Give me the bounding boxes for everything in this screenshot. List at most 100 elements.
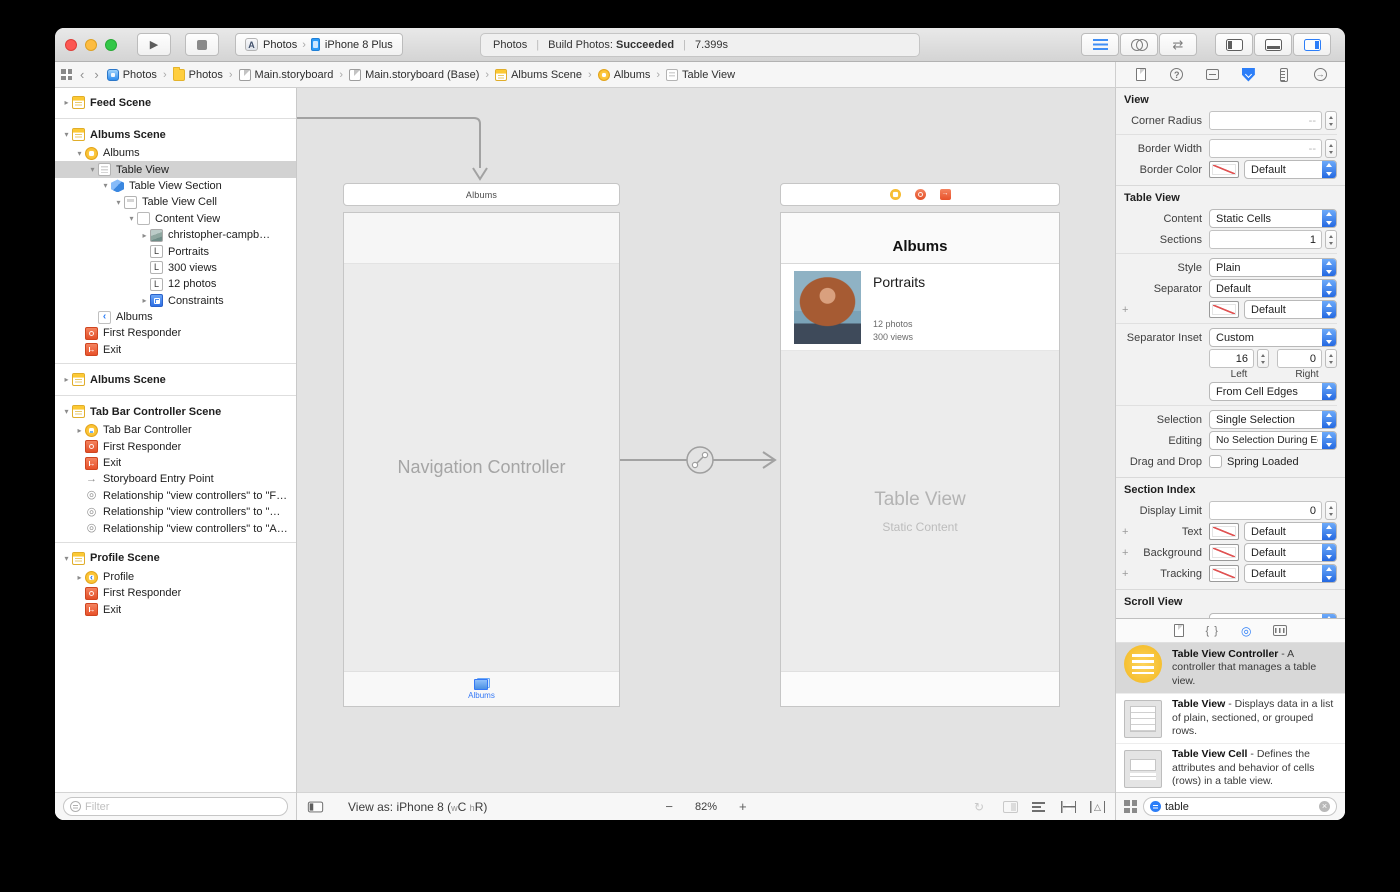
- breadcrumb-item-photos[interactable]: Photos: [173, 69, 223, 81]
- tab-media-library[interactable]: [1273, 625, 1287, 636]
- disclosure-triangle[interactable]: ▸: [74, 573, 85, 582]
- separator-inset-popup[interactable]: Custom: [1209, 328, 1337, 347]
- content-popup[interactable]: Static Cells: [1209, 209, 1337, 228]
- table-view-placeholder[interactable]: Table View Static Content: [781, 351, 1059, 671]
- toggle-outline-icon[interactable]: [308, 801, 323, 812]
- view-controller-icon[interactable]: [890, 189, 901, 200]
- storyboard-canvas[interactable]: Albums Navigation Controller Albums: [297, 88, 1115, 820]
- clear-search-icon[interactable]: ×: [1319, 801, 1330, 812]
- tab-file-inspector[interactable]: [1130, 65, 1152, 85]
- add-constraints-icon[interactable]: [1061, 801, 1076, 813]
- grid-view-icon[interactable]: [1124, 800, 1137, 813]
- outline-item-relationship-view-controllers-to[interactable]: ◎Relationship "view controllers" to "…: [55, 504, 296, 520]
- tab-size-inspector[interactable]: [1273, 65, 1295, 85]
- add-color-button[interactable]: +: [1122, 526, 1128, 538]
- indicators-popup[interactable]: Default Style: [1209, 613, 1337, 618]
- separator-color-popup[interactable]: Default: [1244, 300, 1337, 319]
- albums-table-view-controller[interactable]: Albums Portraits 12 photos 300 views Tab…: [780, 212, 1060, 707]
- zoom-level[interactable]: 82%: [695, 801, 717, 813]
- portraits-table-cell[interactable]: Portraits 12 photos 300 views: [781, 264, 1059, 351]
- library-item-table-view-cell[interactable]: Table View Cell - Defines the attributes…: [1116, 743, 1345, 792]
- disclosure-triangle[interactable]: ▾: [61, 130, 72, 139]
- zoom-out-button[interactable]: −: [665, 799, 673, 814]
- outline-item-first-responder[interactable]: First Responder: [55, 585, 296, 601]
- breadcrumb-item-main-storyboard-base[interactable]: Main.storyboard (Base): [349, 69, 479, 81]
- assistant-editor-button[interactable]: [1120, 33, 1158, 56]
- outline-item-exit[interactable]: Exit: [55, 342, 296, 358]
- outline-item-tab-bar-controller[interactable]: ▸Tab Bar Controller: [55, 422, 296, 438]
- outline-item-300-views[interactable]: 300 views: [55, 260, 296, 276]
- style-popup[interactable]: Plain: [1209, 258, 1337, 277]
- close-window-button[interactable]: [65, 39, 77, 51]
- editing-popup[interactable]: No Selection During Editing: [1209, 431, 1337, 450]
- separator-popup[interactable]: Default: [1209, 279, 1337, 298]
- outline-item-albums-scene[interactable]: ▾Albums Scene: [55, 124, 296, 145]
- tab-code-snippet-library[interactable]: { }: [1206, 625, 1219, 637]
- inspector-scroll-area[interactable]: View Corner Radius -- Border Width -- Bo…: [1116, 88, 1345, 618]
- outline-item-tab-bar-controller-scene[interactable]: ▾Tab Bar Controller Scene: [55, 401, 296, 422]
- view-as-control[interactable]: View as: iPhone 8 (wC hR): [348, 800, 487, 814]
- outline-item-table-view-cell[interactable]: ▾Table View Cell: [55, 194, 296, 210]
- outline-item-portraits[interactable]: Portraits: [55, 243, 296, 259]
- text-color-popup[interactable]: Default: [1244, 522, 1337, 541]
- outline-item-relationship-view-controllers-to-a[interactable]: ◎Relationship "view controllers" to "A…: [55, 520, 296, 536]
- border-color-popup[interactable]: Default: [1244, 160, 1337, 179]
- border-width-field[interactable]: --: [1209, 139, 1322, 158]
- breadcrumb-item-photos[interactable]: Photos: [107, 69, 157, 81]
- add-color-button[interactable]: +: [1122, 547, 1128, 559]
- scheme-selector[interactable]: A Photos › iPhone 8 Plus: [235, 33, 403, 56]
- related-items-icon[interactable]: [61, 69, 72, 80]
- text-color-well[interactable]: [1209, 523, 1239, 540]
- zoom-window-button[interactable]: [105, 39, 117, 51]
- add-color-button[interactable]: +: [1122, 568, 1128, 580]
- add-color-button[interactable]: +: [1122, 304, 1128, 316]
- version-editor-button[interactable]: ⇄: [1159, 33, 1197, 56]
- outline-item-exit[interactable]: Exit: [55, 455, 296, 471]
- back-button[interactable]: ‹: [78, 67, 86, 82]
- nav-controller-scene-dock[interactable]: Albums: [343, 183, 620, 206]
- first-responder-icon[interactable]: [915, 189, 926, 200]
- tracking-color-popup[interactable]: Default: [1244, 564, 1337, 583]
- run-button[interactable]: ▶: [137, 33, 171, 56]
- spring-loaded-checkbox[interactable]: [1209, 455, 1222, 468]
- outline-item-table-view[interactable]: ▾Table View: [55, 161, 296, 177]
- outline-item-profile-scene[interactable]: ▾Profile Scene: [55, 548, 296, 569]
- disclosure-triangle[interactable]: ▾: [61, 407, 72, 416]
- tab-connections-inspector[interactable]: →: [1309, 65, 1331, 85]
- outline-item-constraints[interactable]: ▸Constraints: [55, 293, 296, 309]
- zoom-in-button[interactable]: +: [739, 799, 747, 814]
- disclosure-triangle[interactable]: ▸: [61, 98, 72, 107]
- disclosure-triangle[interactable]: ▸: [61, 375, 72, 384]
- outline-item-albums-scene[interactable]: ▸Albums Scene: [55, 369, 296, 390]
- outline-item-christopher-campb[interactable]: ▸christopher-campb…: [55, 227, 296, 243]
- toggle-inspector-button[interactable]: [1293, 33, 1331, 56]
- disclosure-triangle[interactable]: ▾: [61, 554, 72, 563]
- tracking-color-well[interactable]: [1209, 565, 1239, 582]
- inset-left-stepper[interactable]: [1257, 349, 1269, 368]
- selection-popup[interactable]: Single Selection: [1209, 410, 1337, 429]
- sections-field[interactable]: 1: [1209, 230, 1322, 249]
- breadcrumb-item-main-storyboard[interactable]: Main.storyboard: [239, 69, 334, 81]
- outline-item-table-view-section[interactable]: ▾Table View Section: [55, 178, 296, 194]
- outline-item-storyboard-entry-point[interactable]: →Storyboard Entry Point: [55, 471, 296, 487]
- toggle-navigator-button[interactable]: [1215, 33, 1253, 56]
- tab-file-template-library[interactable]: [1174, 624, 1184, 637]
- exit-icon[interactable]: [940, 189, 951, 200]
- tab-attributes-inspector[interactable]: [1237, 65, 1259, 85]
- tab-quick-help[interactable]: ?: [1166, 65, 1188, 85]
- library-item-table-view-controller[interactable]: Table View Controller - A controller tha…: [1116, 643, 1345, 693]
- disclosure-triangle[interactable]: ▾: [74, 149, 85, 158]
- outline-item-relationship-view-controllers-to-f[interactable]: ◎Relationship "view controllers" to "F…: [55, 488, 296, 504]
- border-width-stepper[interactable]: [1325, 139, 1337, 158]
- inset-left-field[interactable]: 16: [1209, 349, 1254, 368]
- disclosure-triangle[interactable]: ▾: [100, 181, 111, 190]
- resolve-autolayout-icon[interactable]: △: [1090, 801, 1105, 813]
- outline-item-exit[interactable]: Exit: [55, 602, 296, 618]
- disclosure-triangle[interactable]: ▾: [126, 214, 137, 223]
- tab-bar-item[interactable]: Albums: [344, 671, 619, 706]
- tab-object-library[interactable]: ◎: [1241, 624, 1251, 638]
- inset-edges-popup[interactable]: From Cell Edges: [1209, 382, 1337, 401]
- separator-color-well[interactable]: [1209, 301, 1239, 318]
- disclosure-triangle[interactable]: ▾: [87, 165, 98, 174]
- stop-button[interactable]: [185, 33, 219, 56]
